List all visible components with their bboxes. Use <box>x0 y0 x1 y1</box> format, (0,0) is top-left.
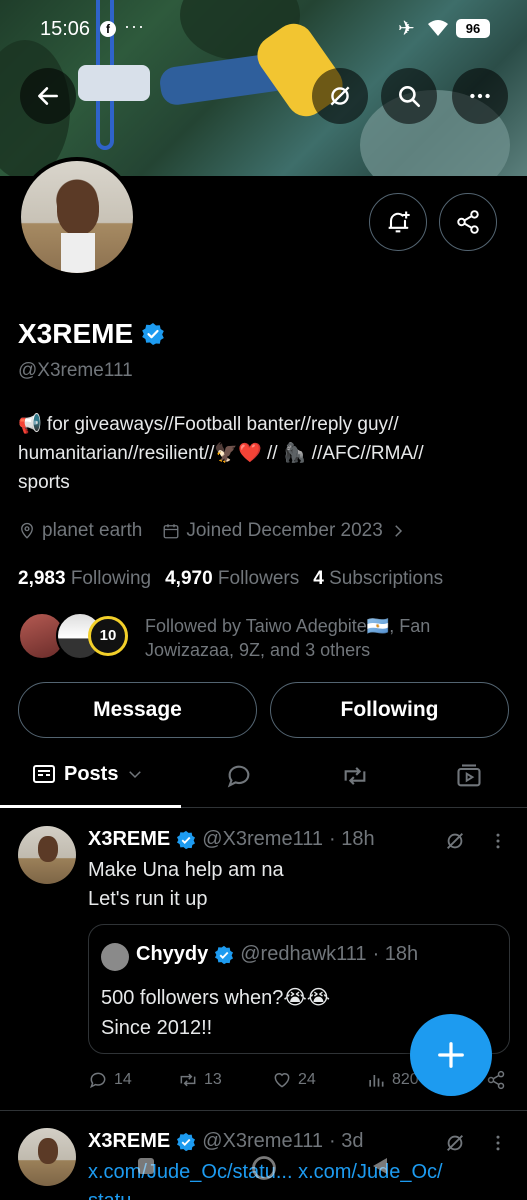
location-icon <box>21 522 33 539</box>
verified-badge-icon <box>142 323 164 345</box>
system-nav-bar <box>0 1148 527 1200</box>
banner-pad <box>78 65 150 101</box>
tweet-divider <box>0 1110 527 1111</box>
bio-line: sports <box>18 472 70 493</box>
profile-meta: planet earth Joined December 2023 <box>18 520 407 542</box>
search-button[interactable] <box>381 68 437 124</box>
arrow-left-icon <box>38 87 58 105</box>
following-stat[interactable]: 2,983 Following <box>18 568 151 590</box>
tweet-author-handle: @X3reme111 <box>202 828 323 850</box>
bio-line: humanitarian//resilient//🦅❤️ // 🦍 //AFC/… <box>18 443 424 464</box>
airplane-icon: ✈ <box>398 18 415 40</box>
profile-avatar[interactable] <box>17 157 137 277</box>
profile-stats: 2,983 Following 4,970 Followers 4 Subscr… <box>18 568 443 590</box>
tab-posts-label: Posts <box>64 762 119 785</box>
profile-name-row: X3REME <box>18 318 165 350</box>
repost-icon <box>180 1073 196 1087</box>
grok-icon <box>330 86 350 106</box>
tweet-author-name: X3REME <box>88 828 171 850</box>
profile-name: X3REME <box>18 318 134 349</box>
bio-line: 📢 for giveaways//Football banter//reply … <box>18 414 399 435</box>
quoted-time: · 18h <box>372 943 419 965</box>
heart-icon <box>274 1073 290 1088</box>
replies-tab-icon[interactable] <box>225 762 253 790</box>
search-icon <box>399 86 421 108</box>
profile-bio: 📢 for giveaways//Football banter//reply … <box>18 410 508 497</box>
following-button[interactable]: Following <box>270 682 509 738</box>
message-button[interactable]: Message <box>18 682 257 738</box>
repost-action[interactable]: 13 <box>178 1070 222 1090</box>
facebook-icon: f <box>100 21 116 37</box>
quoted-tweet-avatar <box>101 943 129 971</box>
status-time: 15:06 <box>40 18 91 40</box>
posts-icon <box>33 765 55 783</box>
share-icon <box>487 1070 505 1090</box>
grok-icon[interactable] <box>444 830 466 852</box>
quoted-author-name: Chyydy <box>136 943 209 965</box>
avatar-shirt <box>61 233 95 273</box>
back-button[interactable] <box>20 68 76 124</box>
grok-button[interactable] <box>312 68 368 124</box>
subscriptions-stat[interactable]: 4 Subscriptions <box>313 568 443 590</box>
tweet-time: · 18h <box>328 828 375 850</box>
reply-count: 14 <box>114 1071 132 1088</box>
bell-plus-icon <box>388 211 410 233</box>
chevron-right-icon[interactable] <box>389 522 407 540</box>
plus-icon <box>438 1042 464 1068</box>
reply-icon <box>89 1072 106 1089</box>
profile-tabs: Posts <box>0 748 527 808</box>
back-nav-icon[interactable] <box>368 1154 392 1178</box>
profile-joined: Joined December 2023 <box>186 520 383 541</box>
tweet-avatar[interactable] <box>18 826 76 884</box>
followed-by-row[interactable]: 10 Followed by Taiwo Adegbite🇦🇷, Fan Jow… <box>18 612 508 662</box>
quoted-tweet-text: 500 followers when?😭😭 Since 2012!! <box>101 987 331 1039</box>
repost-count: 13 <box>204 1071 222 1088</box>
home-icon[interactable] <box>250 1154 278 1182</box>
quoted-tweet-header: Chyydy @redhawk111 · 18h <box>136 943 418 966</box>
like-count: 24 <box>298 1071 316 1088</box>
share-button[interactable] <box>439 193 497 251</box>
media-tab-icon[interactable] <box>455 762 483 790</box>
quoted-author-handle: @redhawk111 <box>240 943 367 965</box>
reply-action[interactable]: 14 <box>88 1070 132 1090</box>
avatar-face <box>57 183 99 235</box>
more-horizontal-icon <box>470 93 490 99</box>
tweet-text: Make Una help am na Let's run it up <box>88 859 284 910</box>
followed-by-text: Followed by Taiwo Adegbite🇦🇷, Fan Jowiza… <box>145 616 431 660</box>
notifications-button[interactable] <box>369 193 427 251</box>
views-icon <box>369 1075 384 1087</box>
calendar-icon <box>163 524 179 539</box>
verified-badge-icon <box>177 830 196 849</box>
share-action[interactable] <box>486 1070 506 1090</box>
verified-badge-icon <box>215 945 234 964</box>
profile-location: planet earth <box>42 520 143 541</box>
compose-button[interactable] <box>410 1014 492 1096</box>
tab-active-indicator <box>0 805 181 808</box>
reposts-tab-icon[interactable] <box>340 762 370 790</box>
more-vertical-icon[interactable] <box>488 830 508 852</box>
status-bar: 15:06 f ··· ✈ 96 <box>0 0 527 58</box>
like-action[interactable]: 24 <box>272 1070 316 1090</box>
status-overflow: ··· <box>124 16 145 36</box>
tab-posts[interactable]: Posts <box>32 762 144 786</box>
more-options-button[interactable] <box>452 68 508 124</box>
profile-handle: @X3reme111 <box>18 360 133 381</box>
tweet-header: X3REME @X3reme111 · 18h <box>88 828 375 851</box>
share-icon <box>457 210 479 234</box>
views-action[interactable]: 820 <box>366 1070 419 1090</box>
recents-icon[interactable] <box>134 1154 158 1178</box>
battery-indicator: 96 <box>456 19 490 38</box>
wifi-icon <box>428 20 448 36</box>
chevron-down-icon <box>129 771 142 779</box>
followers-stat[interactable]: 4,970 Followers <box>165 568 299 590</box>
follower-avatar-badge: 10 <box>88 616 128 656</box>
